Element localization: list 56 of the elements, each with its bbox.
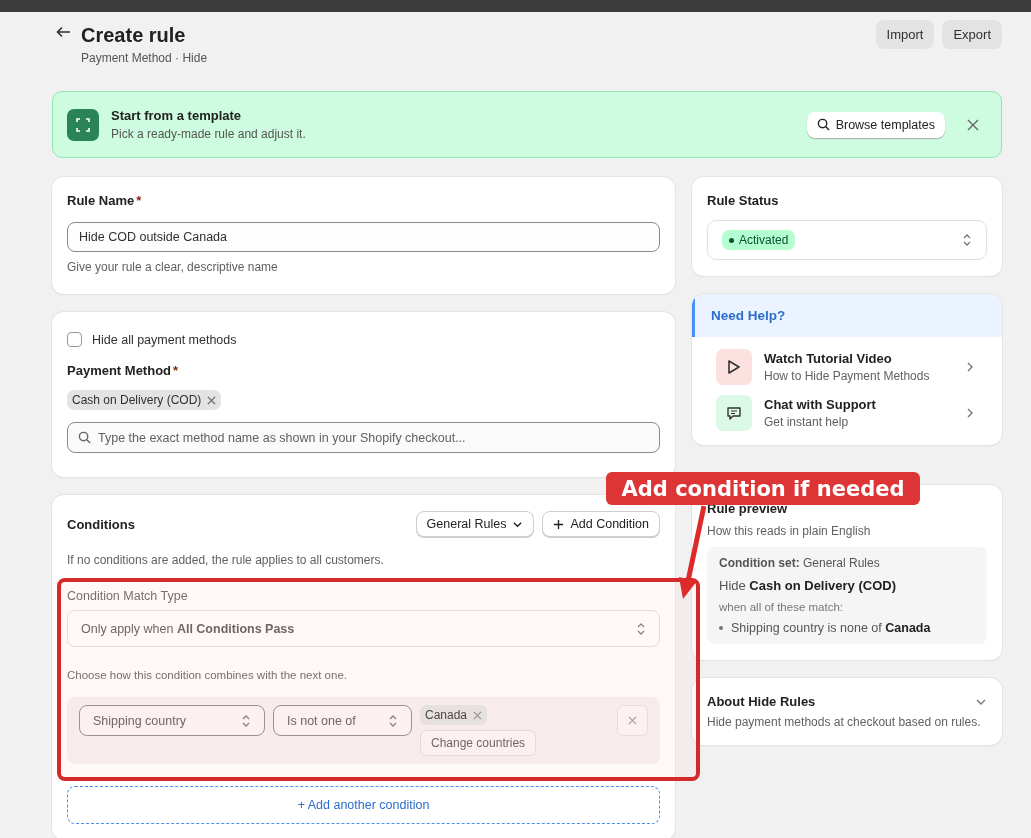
card-title: Rule Status xyxy=(707,193,780,208)
chat-bubble-icon xyxy=(716,395,752,431)
operator-select[interactable]: Is not one of xyxy=(273,705,412,736)
template-icon xyxy=(67,108,99,141)
page-title: Create rule xyxy=(81,23,187,48)
method-search-field[interactable]: Type the exact method name as shown in your Shopify checkout... xyxy=(67,422,660,453)
search-icon xyxy=(816,118,830,131)
plus-icon xyxy=(553,518,565,530)
add-condition-button[interactable]: Add Condition xyxy=(542,511,660,537)
country-tag: Canada xyxy=(420,705,488,725)
search-icon xyxy=(78,431,91,444)
checkbox-label: Hide all payment methods xyxy=(92,332,237,347)
field-hint: Choose how this condition combines with the next one. xyxy=(67,669,348,681)
condition-set-dropdown[interactable]: General Rules xyxy=(415,511,535,537)
field-select[interactable]: Shipping country xyxy=(79,705,265,736)
status-select[interactable]: Activated xyxy=(707,220,987,260)
change-countries-button[interactable]: Change countries xyxy=(420,730,537,756)
annotation-callout: Add condition if needed xyxy=(606,472,920,505)
help-title: Need Help? xyxy=(692,294,1002,337)
rule-name-field[interactable]: Hide COD outside Canada xyxy=(67,222,660,252)
checkbox[interactable] xyxy=(67,332,82,347)
card-description: Hide payment methods at checkout based on rules. xyxy=(707,715,982,729)
match-type-select[interactable]: Only apply when All Conditions Pass xyxy=(67,610,660,647)
preview-text: Hide Cash on Delivery (COD) xyxy=(719,578,897,593)
export-button[interactable]: Export xyxy=(942,20,1002,49)
back-arrow-icon[interactable] xyxy=(56,26,71,38)
up-down-icon xyxy=(962,232,972,248)
preview-text: Condition set: General Rules xyxy=(719,556,881,570)
field-label: Condition Match Type xyxy=(67,589,189,603)
close-icon[interactable] xyxy=(967,118,979,131)
page-subtitle: Payment Method · Hide xyxy=(81,51,208,65)
play-icon xyxy=(716,349,752,385)
card-subtitle: How this reads in plain English xyxy=(707,524,872,538)
import-button[interactable]: Import xyxy=(875,20,935,49)
field-hint: Give your rule a clear, descriptive name xyxy=(67,260,279,274)
close-icon xyxy=(628,716,637,725)
banner-title: Start from a template xyxy=(111,108,243,123)
required-mark: * xyxy=(173,363,179,378)
field-label: Payment Method xyxy=(67,363,171,378)
close-icon xyxy=(473,710,483,720)
conditions-note: If no conditions are added, the rule applies to all customers. xyxy=(67,553,385,567)
payment-method-tag: Cash on Delivery (COD) xyxy=(67,390,222,410)
close-icon xyxy=(207,395,217,405)
required-mark: * xyxy=(136,193,142,208)
field-label: Rule Name xyxy=(67,193,135,208)
help-item[interactable]: Chat with Support Get instant help xyxy=(692,393,1002,433)
bullet-icon xyxy=(719,626,723,630)
help-item[interactable]: Watch Tutorial Video How to Hide Payment Methods xyxy=(692,347,1002,387)
card-title: Conditions xyxy=(67,516,135,532)
browse-templates-button[interactable]: Browse templates xyxy=(806,111,945,138)
add-another-condition-button[interactable]: + Add another condition xyxy=(67,786,660,824)
banner-description: Pick a ready-made rule and adjust it. xyxy=(111,127,307,141)
status-badge: Activated xyxy=(722,230,796,250)
preview-text: Shipping country is none of Canada xyxy=(731,621,931,635)
preview-text: when all of these match: xyxy=(719,601,844,613)
card-title: About Hide Rules xyxy=(707,694,816,709)
